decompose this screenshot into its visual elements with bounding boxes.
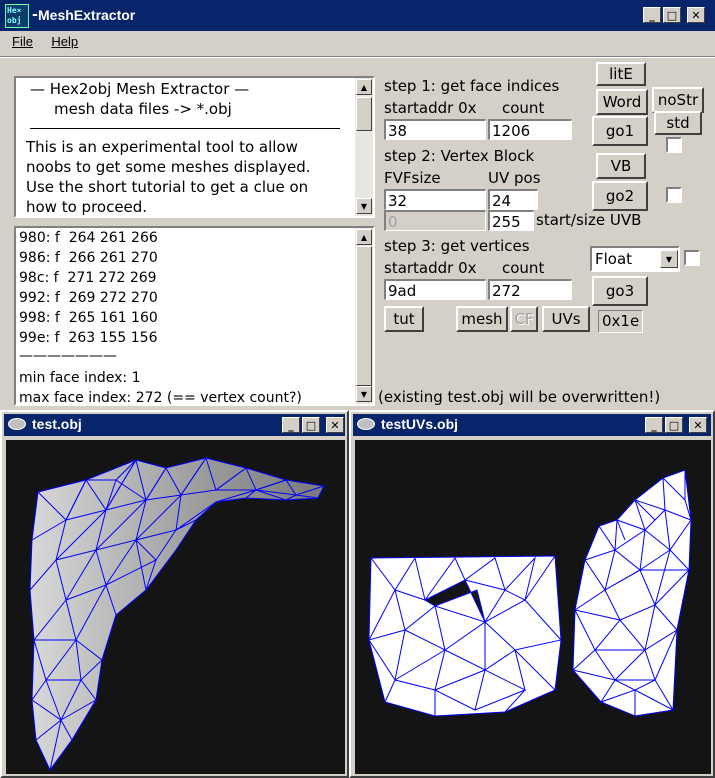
hex-readout: 0x1e (598, 310, 644, 333)
vertex-type-value: Float (595, 250, 633, 268)
step2-fvf-label: FVFsize (384, 168, 488, 189)
go3-button[interactable]: go3 (592, 276, 648, 306)
log-line: 986: f 266 261 270 (19, 250, 158, 266)
info-body-1: This is an experimental tool to allow (26, 138, 298, 156)
scroll-thumb[interactable] (356, 246, 372, 386)
close-button[interactable]: ✕ (687, 7, 705, 23)
scroll-down-arrow[interactable]: ▼ (356, 198, 372, 214)
test-uvs-title: testUVs.obj (381, 416, 459, 432)
log-line: 998: f 265 161 160 (19, 310, 158, 326)
step1-count-input[interactable]: 1206 (488, 119, 572, 140)
scroll-up-arrow[interactable]: ▲ (356, 229, 372, 245)
close-button[interactable]: ✕ (326, 417, 344, 433)
window-title: MeshExtractor (38, 7, 136, 23)
log-line: 980: f 264 261 266 (19, 230, 158, 246)
step2-uv-label: UV pos (488, 168, 586, 189)
log-scrollbar[interactable]: ▲ ▼ (355, 228, 373, 404)
log-line: 98c: f 271 272 269 (19, 270, 157, 286)
log-line: min face index: 1 (19, 370, 141, 386)
step1-count-label: count (494, 98, 586, 119)
info-body-3: Use the short tutorial to get a clue on (26, 178, 309, 196)
test-obj-title: test.obj (32, 416, 82, 432)
go2-button[interactable]: go2 (592, 181, 648, 211)
menu-file[interactable]: File (12, 34, 33, 49)
info-line1: — Hex2obj Mesh Extractor — (30, 80, 250, 98)
std-checkbox[interactable] (666, 137, 682, 153)
log-line: 992: f 269 272 270 (19, 290, 158, 306)
mesh-button[interactable]: mesh (456, 306, 508, 332)
step2-title: step 2: Vertex Block (384, 146, 586, 167)
step2-size-input[interactable]: 255 (488, 210, 534, 231)
step3-count-label: count (494, 258, 586, 279)
uv-wireframe (368, 469, 692, 717)
step1-addr-label: startaddr 0x (384, 98, 494, 119)
log-line: max face index: 272 (== vertex count?) (19, 390, 302, 406)
step1-addr-input[interactable]: 38 (384, 119, 486, 140)
maximize-button[interactable]: □ (302, 417, 320, 433)
mesh-wireframe (29, 456, 325, 771)
info-line2: mesh data files -> *.obj (54, 100, 232, 118)
step3-addr-input[interactable]: 9ad (384, 279, 486, 300)
test-uvs-window: testUVs.obj _ □ ✕ (349, 410, 715, 778)
chevron-down-icon[interactable]: ▼ (660, 250, 678, 268)
scroll-down-arrow[interactable]: ▼ (356, 386, 372, 402)
vb-button[interactable]: VB (596, 153, 646, 179)
std-button[interactable]: std (654, 111, 702, 135)
nostr-button[interactable]: noStr (652, 87, 704, 113)
vertex-type-select[interactable]: Float ▼ (590, 246, 680, 272)
scroll-up-arrow[interactable]: ▲ (356, 79, 372, 95)
float-checkbox[interactable] (684, 250, 700, 266)
close-button[interactable]: ✕ (689, 417, 707, 433)
test-uvs-titlebar: testUVs.obj _ □ ✕ (353, 414, 711, 436)
step1-title: step 1: get face indices (384, 76, 586, 97)
lite-button[interactable]: litE (596, 62, 646, 86)
step2-uv-input[interactable]: 24 (488, 189, 538, 210)
menu-help[interactable]: Help (51, 34, 78, 49)
uv-viewport[interactable] (355, 440, 711, 774)
cf-button: CF (510, 306, 538, 332)
main-titlebar: He× obj MeshExtractor - _ □ ✕ (0, 0, 715, 32)
window-icon (8, 418, 26, 430)
tut-button[interactable]: tut (384, 306, 424, 332)
test-obj-window: test.obj _ □ ✕ (0, 410, 349, 778)
info-body-2: noobs to get some meshes displayed. (26, 158, 311, 176)
log-separator: ——————— (19, 348, 117, 364)
window-icon (357, 418, 375, 430)
step2-start-input: 0 (384, 210, 486, 231)
step3-title: step 3: get vertices (384, 236, 586, 257)
info-scrollbar[interactable]: ▲ ▼ (355, 78, 373, 216)
word-button[interactable]: Word (596, 89, 648, 115)
maximize-button[interactable]: □ (663, 7, 681, 23)
log-line: 99e: f 263 155 156 (19, 330, 158, 346)
log-textarea[interactable]: 980: f 264 261 266 986: f 266 261 270 98… (14, 226, 375, 406)
go2-checkbox[interactable] (666, 187, 682, 203)
app-icon: He× obj (5, 4, 29, 28)
mesh-viewport[interactable] (6, 440, 345, 774)
scroll-thumb[interactable] (356, 97, 372, 131)
test-obj-titlebar: test.obj _ □ ✕ (4, 414, 345, 436)
minimize-button[interactable]: _ (282, 417, 300, 433)
info-body-4: how to proceed. (26, 198, 148, 216)
status-text: (existing test.obj will be overwritten!) (378, 387, 676, 408)
step2-uvb-label: start/size UVB (536, 210, 642, 231)
minimize-button[interactable]: _ (643, 7, 661, 23)
info-rule (30, 128, 340, 129)
info-textarea[interactable]: — Hex2obj Mesh Extractor — mesh data fil… (14, 76, 375, 218)
go1-button[interactable]: go1 (592, 116, 648, 146)
uvs-button[interactable]: UVs (542, 306, 590, 332)
step2-fvf-input[interactable]: 32 (384, 189, 486, 210)
maximize-button[interactable]: □ (665, 417, 683, 433)
minimize-button[interactable]: _ (645, 417, 663, 433)
step3-count-input[interactable]: 272 (488, 279, 572, 300)
menu-bar: File Help (0, 32, 715, 54)
step3-addr-label: startaddr 0x (384, 258, 494, 279)
